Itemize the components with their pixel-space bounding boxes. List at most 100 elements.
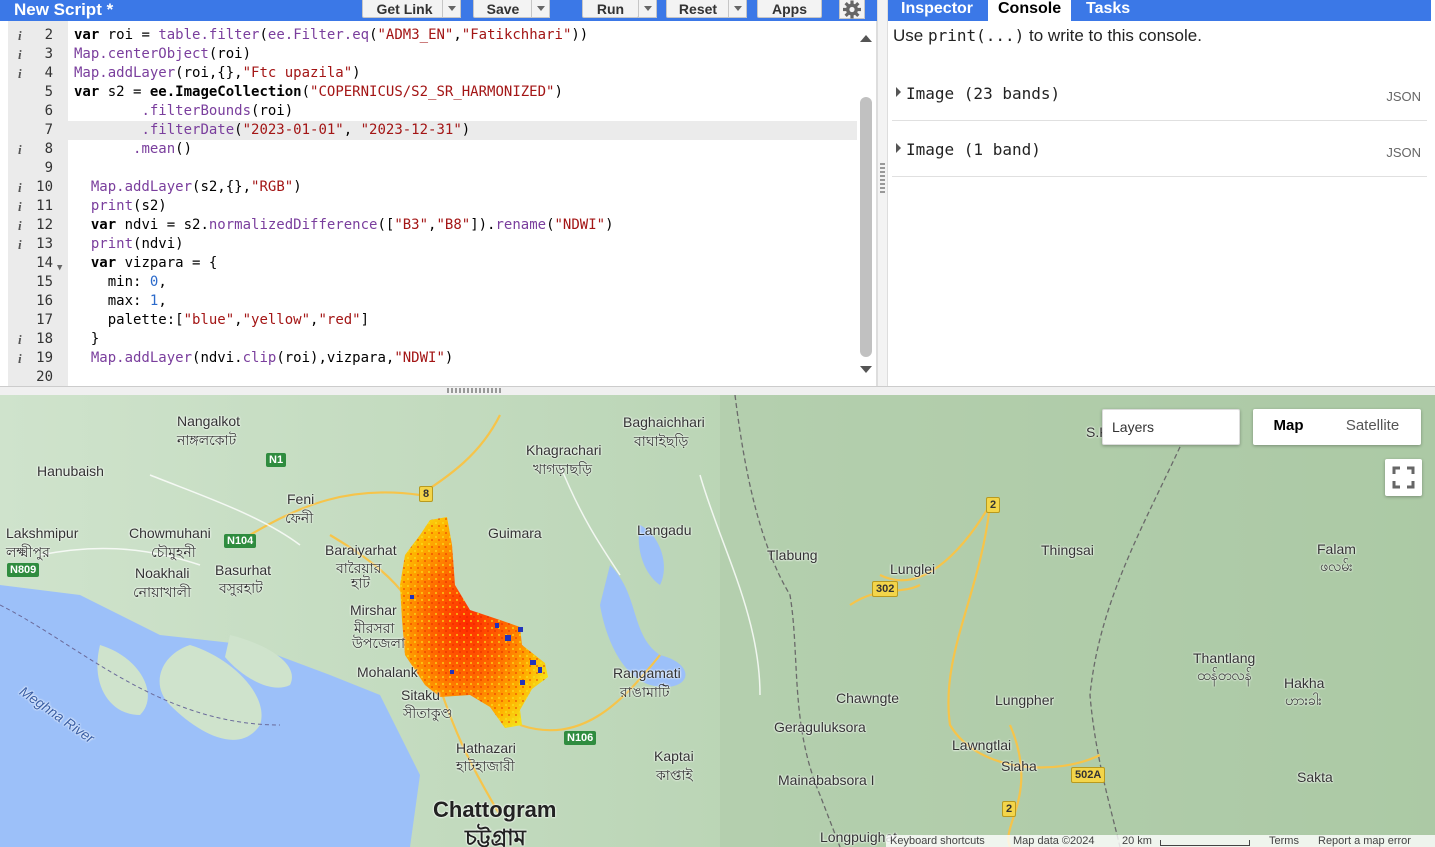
console-entry-label[interactable]: Image (1 band) [906,140,1041,159]
report-map-error-link[interactable]: Report a map error [1318,835,1411,847]
reset-dropdown[interactable] [728,0,747,18]
line-number[interactable]: 7 [8,121,53,140]
code-line[interactable]: 13 i print(ndvi) [8,235,857,254]
info-icon[interactable]: i [18,45,22,64]
code-text[interactable]: var vizpara = { [74,254,217,273]
code-text[interactable]: var s2 = ee.ImageCollection("COPERNICUS/… [74,83,563,102]
code-line[interactable]: 4 i Map.addLayer(roi,{},"Ftc upazila") [8,64,857,83]
code-line[interactable]: 10 i Map.addLayer(s2,{},"RGB") [8,178,857,197]
get-link-dropdown[interactable] [442,0,461,18]
run-dropdown[interactable] [638,0,657,18]
code-text[interactable]: Map.centerObject(roi) [74,45,251,64]
map-type-map-button[interactable]: Map [1253,409,1324,445]
line-number[interactable]: 11 [8,197,53,216]
code-text[interactable]: print(s2) [74,197,167,216]
code-line[interactable]: 17 palette:["blue","yellow","red"] [8,311,857,330]
script-title[interactable]: New Script * [14,0,113,21]
code-line[interactable]: 16 max: 1, [8,292,857,311]
line-number[interactable]: 19 [8,349,53,368]
scale-label[interactable]: 20 km [1122,835,1152,847]
line-number[interactable]: 6 [8,102,53,121]
line-number[interactable]: 9 [8,159,53,178]
line-number[interactable]: 2 [8,26,53,45]
run-button[interactable]: Run [582,0,639,18]
info-icon[interactable]: i [18,178,22,197]
map-type-satellite-button[interactable]: Satellite [1324,409,1421,445]
code-line[interactable]: 8i .mean() [8,140,857,159]
line-number[interactable]: 14 [8,254,53,273]
code-text[interactable]: print(ndvi) [74,235,184,254]
info-icon[interactable]: i [18,216,22,235]
info-icon[interactable]: i [18,330,22,349]
line-number[interactable]: 16 [8,292,53,311]
line-number[interactable]: 3 [8,45,53,64]
layers-button[interactable]: Layers [1102,409,1240,445]
code-line[interactable]: 7 .filterDate("2023-01-01", "2023-12-31"… [8,121,857,140]
save-dropdown[interactable] [531,0,550,18]
line-number[interactable]: 20 [8,368,53,387]
code-line[interactable]: 5 var s2 = ee.ImageCollection("COPERNICUS… [8,83,857,102]
expand-triangle-icon[interactable] [896,87,901,97]
code-text[interactable]: var roi = table.filter(ee.Filter.eq("ADM… [74,26,588,45]
code-line[interactable]: 9 [8,159,857,178]
fullscreen-button[interactable] [1385,459,1422,496]
settings-button[interactable] [839,0,865,19]
line-number[interactable]: 10 [8,178,53,197]
code-line[interactable]: 18 i } [8,330,857,349]
tab-inspector[interactable]: Inspector [891,0,983,21]
code-text[interactable]: Map.addLayer(s2,{},"RGB") [74,178,302,197]
json-link[interactable]: JSON [1386,145,1421,160]
line-number[interactable]: 15 [8,273,53,292]
code-editor[interactable]: 2 i var roi = table.filter(ee.Filter.eq("A… [0,21,877,386]
save-button[interactable]: Save [473,0,533,18]
line-number[interactable]: 13 [8,235,53,254]
line-number[interactable]: 18 [8,330,53,349]
code-text[interactable]: .filterBounds(roi) [74,102,293,121]
splitter-grip-icon[interactable] [880,163,885,193]
reset-button[interactable]: Reset [666,0,730,18]
code-text[interactable]: Map.addLayer(ndvi.clip(roi),vizpara,"NDW… [74,349,453,368]
scroll-down-arrow[interactable] [860,366,872,373]
code-line[interactable]: 15 min: 0, [8,273,857,292]
code-line[interactable]: 19 i Map.addLayer(ndvi.clip(roi),vizpara,… [8,349,857,368]
editor-scrollbar[interactable] [860,97,872,357]
code-line[interactable]: 11 i print(s2) [8,197,857,216]
apps-button[interactable]: Apps [757,0,822,18]
keyboard-shortcuts-link[interactable]: Keyboard shortcuts [890,835,985,847]
info-icon[interactable]: i [18,197,22,216]
code-line[interactable]: 20 [8,368,857,387]
line-number[interactable]: 8 [8,140,53,159]
line-number[interactable]: 4 [8,64,53,83]
line-number[interactable]: 5 [8,83,53,102]
json-link[interactable]: JSON [1386,89,1421,104]
tab-console[interactable]: Console [988,0,1072,21]
info-icon[interactable]: i [18,140,22,159]
code-text[interactable]: Map.addLayer(roi,{},"Ftc upazila") [74,64,361,83]
code-text[interactable]: min: 0, [74,273,167,292]
code-line[interactable]: 3 i Map.centerObject(roi) [8,45,857,64]
vertical-splitter[interactable] [877,0,888,386]
line-number[interactable]: 17 [8,311,53,330]
scroll-up-arrow[interactable] [860,35,872,42]
code-text[interactable]: var ndvi = s2.normalizedDifference(["B3"… [74,216,614,235]
info-icon[interactable]: i [18,64,22,83]
horizontal-splitter[interactable] [0,386,1435,395]
code-line[interactable]: 6 .filterBounds(roi) [8,102,857,121]
console-entry[interactable]: Image (23 bands) JSON [892,65,1427,121]
code-text[interactable]: palette:["blue","yellow","red"] [74,311,369,330]
line-number[interactable]: 12 [8,216,53,235]
splitter-grip-icon[interactable] [447,388,501,393]
code-text[interactable]: max: 1, [74,292,167,311]
info-icon[interactable]: i [18,349,22,368]
code-text[interactable]: } [74,330,99,349]
expand-triangle-icon[interactable] [896,143,901,153]
info-icon[interactable]: i [18,26,22,45]
get-link-button[interactable]: Get Link [362,0,447,18]
terms-link[interactable]: Terms [1269,835,1299,847]
code-text[interactable]: .mean() [74,140,192,159]
map-view[interactable]: Nangalkot নাঙ্গলকোট Hanubaish Feni ফেনী Laksh… [0,395,1435,847]
info-icon[interactable]: i [18,235,22,254]
code-line[interactable]: 14 ▼ var vizpara = { [8,254,857,273]
console-entry[interactable]: Image (1 band) JSON [892,121,1427,177]
map-canvas[interactable] [0,395,1435,847]
